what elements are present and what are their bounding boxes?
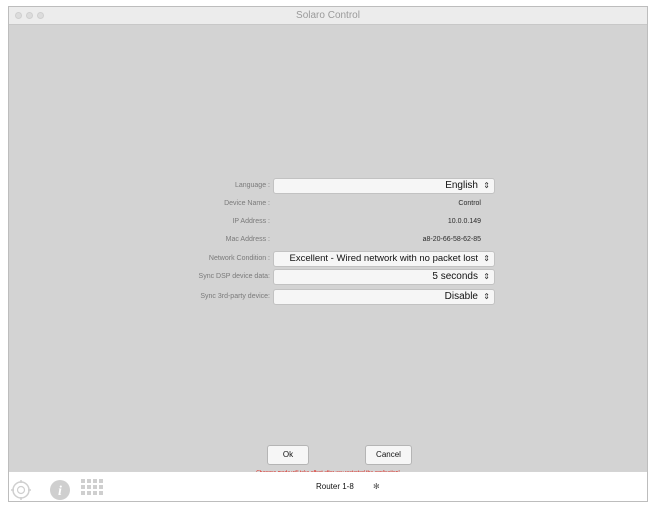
mac-address-value: a8-20-66-58-62-85 bbox=[422, 236, 481, 243]
language-value: English bbox=[445, 180, 478, 191]
title-bar: Solaro Control bbox=[9, 7, 647, 25]
sync-3rd-select[interactable]: Disable ⇕ bbox=[273, 289, 495, 305]
info-icon[interactable]: i bbox=[49, 479, 71, 501]
sync-dsp-value: 5 seconds bbox=[432, 271, 478, 282]
sync-dsp-row: Sync DSP device data: 5 seconds ⇕ bbox=[9, 269, 647, 285]
device-name-row: Device Name : Control bbox=[9, 196, 647, 212]
svg-text:i: i bbox=[58, 484, 62, 499]
network-condition-value: Excellent - Wired network with no packet… bbox=[289, 253, 479, 264]
ok-button[interactable]: Ok bbox=[267, 445, 309, 465]
grid-icon[interactable] bbox=[81, 479, 103, 499]
mac-address-row: Mac Address : a8-20-66-58-62-85 bbox=[9, 232, 647, 248]
select-arrows-icon: ⇕ bbox=[483, 272, 490, 281]
ip-address-row: IP Address : 10.0.0.149 bbox=[9, 214, 647, 230]
mac-address-label: Mac Address : bbox=[225, 236, 270, 243]
settings-panel: Language : English ⇕ Device Name : Contr… bbox=[9, 25, 647, 471]
window-title: Solaro Control bbox=[296, 10, 360, 21]
cancel-button[interactable]: Cancel bbox=[365, 445, 412, 465]
network-condition-row: Network Condition : Excellent - Wired ne… bbox=[9, 251, 647, 267]
sync-3rd-row: Sync 3rd-party device: Disable ⇕ bbox=[9, 289, 647, 305]
select-arrows-icon: ⇕ bbox=[483, 181, 490, 190]
router-label[interactable]: Router 1-8 bbox=[316, 482, 354, 491]
app-window: Solaro Control Language : English ⇕ Devi… bbox=[8, 6, 648, 502]
select-arrows-icon: ⇕ bbox=[483, 254, 490, 263]
select-arrows-icon: ⇕ bbox=[483, 292, 490, 301]
ip-address-value: 10.0.0.149 bbox=[447, 218, 481, 225]
sync-dsp-select[interactable]: 5 seconds ⇕ bbox=[273, 269, 495, 285]
sync-3rd-value: Disable bbox=[444, 291, 478, 302]
language-label: Language : bbox=[234, 182, 270, 189]
gear-icon[interactable] bbox=[9, 479, 33, 501]
language-row: Language : English ⇕ bbox=[9, 178, 647, 194]
network-condition-label: Network Condition : bbox=[208, 255, 270, 262]
network-condition-select[interactable]: Excellent - Wired network with no packet… bbox=[273, 251, 495, 267]
language-select[interactable]: English ⇕ bbox=[273, 178, 495, 194]
ip-address-label: IP Address : bbox=[232, 218, 270, 225]
device-name-label: Device Name : bbox=[224, 200, 270, 207]
sync-dsp-label: Sync DSP device data: bbox=[198, 273, 270, 280]
router-star-icon: ✻ bbox=[373, 482, 380, 491]
device-name-value: Control bbox=[458, 200, 481, 207]
bottom-bar: i Router 1-8 ✻ bbox=[9, 472, 647, 501]
sync-3rd-label: Sync 3rd-party device: bbox=[200, 293, 270, 300]
